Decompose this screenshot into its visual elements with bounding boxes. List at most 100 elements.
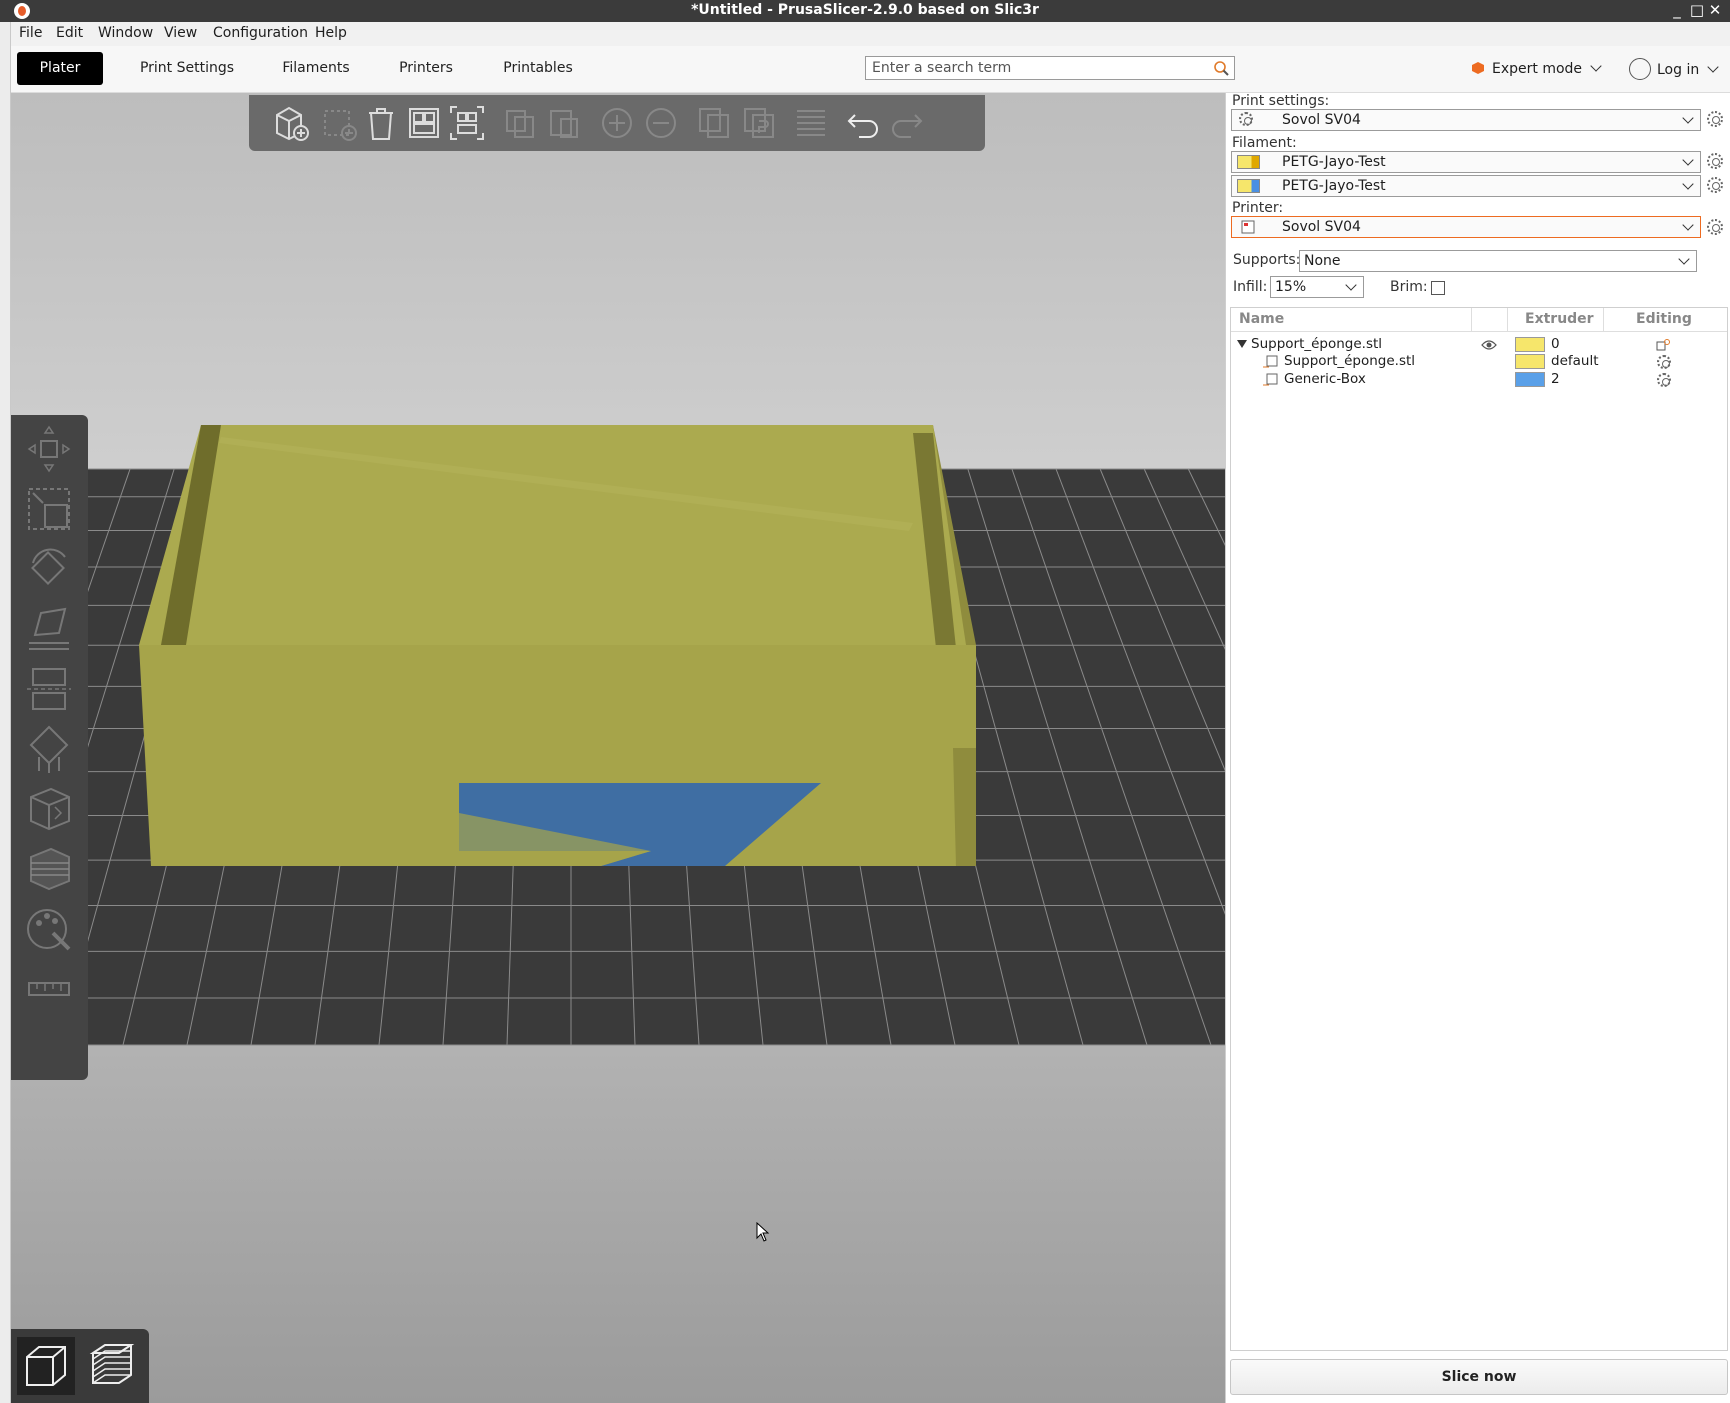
tab-printables[interactable]: Printables: [486, 52, 590, 85]
mmu-painting-icon[interactable]: [25, 903, 73, 955]
filament-label: Filament:: [1232, 135, 1297, 151]
tab-plater[interactable]: Plater: [17, 52, 103, 85]
menu-window[interactable]: Window: [98, 25, 153, 41]
login-button[interactable]: Log in: [1629, 58, 1719, 80]
part-settings-icon[interactable]: [1657, 355, 1671, 369]
supports-value: None: [1304, 253, 1341, 269]
main-tab-bar: Plater Print Settings Filaments Printers…: [11, 46, 1730, 93]
brim-label: Brim:: [1390, 279, 1428, 295]
infill-value: 15%: [1275, 279, 1307, 295]
arrange-icon[interactable]: [404, 103, 444, 143]
menu-edit[interactable]: Edit: [56, 25, 83, 41]
maximize-button[interactable]: □: [1688, 1, 1706, 19]
undo-icon[interactable]: [843, 103, 883, 143]
layer-editing-icon[interactable]: [791, 103, 831, 143]
chevron-down-icon: [1707, 61, 1719, 73]
mode-selector[interactable]: Expert mode: [1472, 60, 1602, 77]
add-object-icon[interactable]: [271, 103, 311, 143]
filament-1-color-swatch: [1237, 155, 1260, 169]
column-extruder[interactable]: Extruder: [1525, 311, 1594, 327]
close-button[interactable]: ✕: [1706, 1, 1724, 19]
3d-scene: [11, 425, 1225, 1046]
delete-all-icon[interactable]: [361, 103, 401, 143]
fuzzy-skin-icon[interactable]: [25, 843, 73, 895]
part-extruder[interactable]: default: [1551, 353, 1599, 369]
add-instance-icon[interactable]: [597, 103, 637, 143]
tab-printers[interactable]: Printers: [381, 52, 471, 85]
print-settings-edit-icon[interactable]: [1707, 111, 1723, 127]
printer-dropdown[interactable]: Sovol SV04: [1231, 216, 1701, 238]
extruder-color-swatch: [1515, 354, 1545, 369]
filament-2-edit-icon[interactable]: [1707, 177, 1723, 193]
column-editing[interactable]: Editing: [1636, 311, 1692, 327]
infill-label: Infill:: [1233, 279, 1268, 295]
window-title: *Untitled - PrusaSlicer-2.9.0 based on S…: [691, 2, 1039, 18]
system-preset-icon: [1239, 112, 1253, 126]
part-icon: [1263, 373, 1278, 386]
filament-1-value: PETG-Jayo-Test: [1282, 154, 1386, 170]
redo-icon[interactable]: [887, 103, 927, 143]
scale-icon[interactable]: [25, 483, 73, 535]
copy-icon[interactable]: [501, 103, 541, 143]
arrange-selection-icon[interactable]: [447, 103, 487, 143]
support-points-icon[interactable]: [25, 723, 73, 775]
part-row[interactable]: Support_éponge.stl default: [1231, 353, 1727, 371]
menu-view[interactable]: View: [164, 25, 197, 41]
part-name: Support_éponge.stl: [1284, 353, 1416, 369]
object-extruder[interactable]: 0: [1551, 336, 1560, 352]
search-icon[interactable]: [1213, 60, 1230, 77]
move-icon[interactable]: [25, 423, 73, 475]
mouse-cursor-icon: [756, 1222, 770, 1242]
part-extruder[interactable]: 2: [1551, 371, 1560, 387]
extruder-color-swatch: [1515, 337, 1545, 352]
paste-icon[interactable]: [545, 103, 585, 143]
infill-dropdown[interactable]: 15%: [1270, 276, 1364, 298]
printer-edit-icon[interactable]: [1707, 219, 1723, 235]
menu-file[interactable]: File: [19, 25, 42, 41]
plater-toolbar: [249, 95, 985, 151]
3d-viewport[interactable]: [11, 93, 1225, 1403]
expand-triangle-icon[interactable]: [1237, 340, 1247, 348]
preview-icon[interactable]: [83, 1337, 141, 1395]
split-objects-icon[interactable]: [694, 103, 734, 143]
visibility-eye-icon[interactable]: [1481, 339, 1497, 351]
menu-help[interactable]: Help: [315, 25, 347, 41]
chevron-down-icon: [1678, 253, 1690, 265]
title-bar: *Untitled - PrusaSlicer-2.9.0 based on S…: [0, 0, 1730, 22]
remove-instance-icon[interactable]: [641, 103, 681, 143]
brim-checkbox[interactable]: [1431, 281, 1445, 295]
minimize-button[interactable]: _: [1668, 1, 1686, 19]
edit-settings-icon[interactable]: [1656, 339, 1670, 351]
print-settings-dropdown[interactable]: Sovol SV04: [1231, 109, 1701, 131]
seam-painting-icon[interactable]: [25, 783, 73, 835]
filament-1-edit-icon[interactable]: [1707, 153, 1723, 169]
filament-1-dropdown[interactable]: PETG-Jayo-Test: [1231, 151, 1701, 173]
chevron-down-icon: [1590, 60, 1602, 72]
part-name: Generic-Box: [1284, 371, 1366, 387]
extruder-color-swatch: [1515, 372, 1545, 387]
expert-mode-icon: [1472, 62, 1484, 74]
measure-icon[interactable]: [25, 963, 73, 1015]
part-settings-icon[interactable]: [1657, 373, 1671, 387]
cut-icon[interactable]: [25, 663, 73, 715]
user-icon: [1629, 58, 1651, 80]
model-box-inner: [139, 425, 966, 645]
delete-object-icon[interactable]: [319, 103, 359, 143]
part-row[interactable]: Generic-Box 2: [1231, 371, 1727, 389]
printer-label: Printer:: [1232, 200, 1284, 216]
search-input[interactable]: Enter a search term: [865, 56, 1235, 80]
filament-2-dropdown[interactable]: PETG-Jayo-Test: [1231, 175, 1701, 197]
supports-dropdown[interactable]: None: [1299, 250, 1697, 272]
place-on-face-icon[interactable]: [25, 603, 73, 655]
tab-filaments[interactable]: Filaments: [266, 52, 366, 85]
3d-view-icon[interactable]: [17, 1337, 75, 1395]
menu-configuration[interactable]: Configuration: [213, 25, 308, 41]
tab-print-settings[interactable]: Print Settings: [123, 52, 251, 85]
object-row[interactable]: Support_éponge.stl 0: [1231, 336, 1727, 354]
rotate-icon[interactable]: [25, 543, 73, 595]
split-parts-icon[interactable]: [739, 103, 779, 143]
column-name[interactable]: Name: [1239, 311, 1284, 327]
login-label: Log in: [1657, 62, 1700, 78]
gizmo-toolbar: [11, 415, 88, 1080]
slice-now-button[interactable]: Slice now: [1230, 1359, 1728, 1395]
